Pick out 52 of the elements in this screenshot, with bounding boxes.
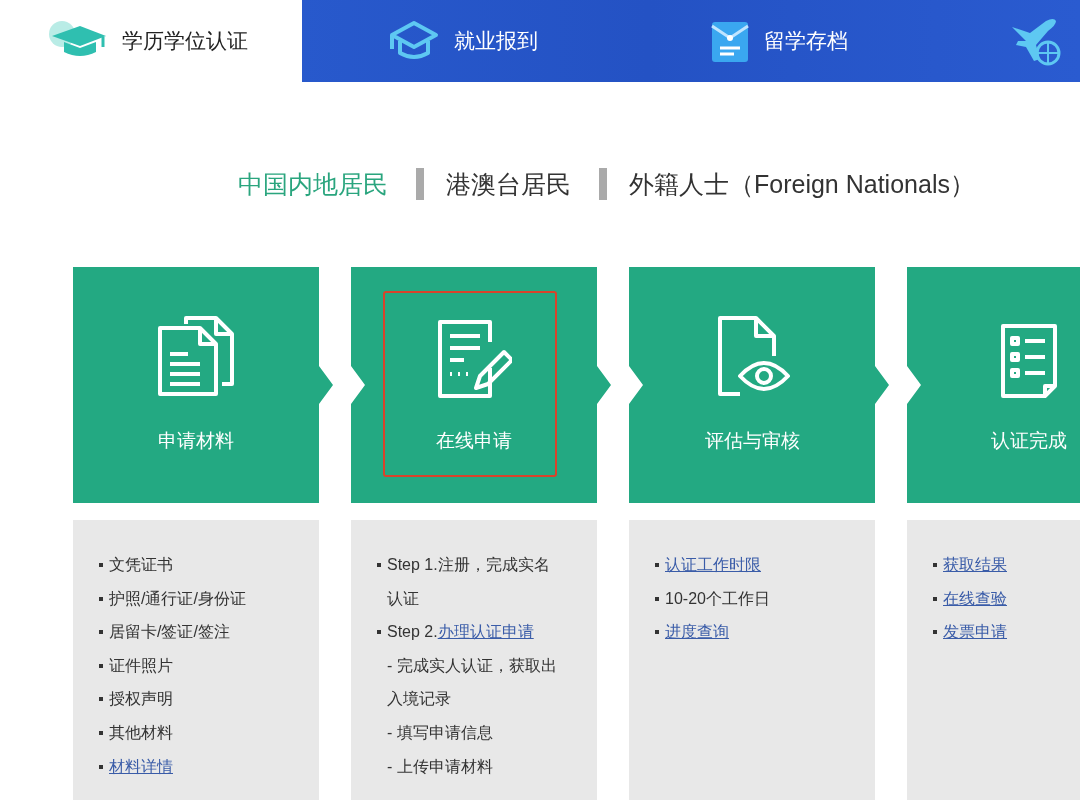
detail-link[interactable]: 认证工作时限	[665, 556, 761, 573]
bullet-icon	[99, 563, 103, 567]
bullet-icon	[377, 630, 381, 635]
bullet-icon	[933, 630, 937, 635]
nav-tab[interactable]: 留学存档	[624, 0, 940, 82]
detail-link[interactable]: 发票申请	[943, 623, 1007, 641]
bullet-icon	[99, 764, 103, 769]
step-title: 评估与审核	[704, 429, 800, 453]
nav-tab[interactable]: 就业报到	[302, 0, 624, 82]
residency-tab[interactable]: 港澳台居民	[446, 167, 571, 201]
detail-link[interactable]: 获取结果	[943, 556, 1007, 573]
step-title: 在线申请	[436, 429, 512, 453]
residency-tab[interactable]: 中国内地居民	[238, 167, 388, 201]
checklist-icon	[999, 322, 1059, 400]
bullet-icon	[99, 730, 103, 735]
separator-bar	[599, 168, 607, 200]
list-text: - 填写申请信息	[387, 723, 493, 741]
nav-tab[interactable]: 学历学位认证	[0, 0, 302, 82]
list-text: - 完成实人认证，获取出入境记录	[387, 656, 557, 708]
list-text: 护照/通行证/身份证	[109, 589, 246, 607]
bullet-icon	[99, 697, 103, 702]
bullet-icon	[377, 563, 381, 567]
list-text: 其他材料	[109, 723, 173, 741]
residency-tab[interactable]: 外籍人士（Foreign Nationals）	[629, 167, 975, 201]
detail-link[interactable]: 办理认证申请	[437, 623, 534, 641]
form-pencil-icon	[436, 318, 512, 400]
list-text: 居留卡/签证/签注	[109, 623, 230, 641]
list-text: 授权声明	[109, 690, 173, 708]
list-text: 证件照片	[109, 656, 173, 674]
separator-bar	[416, 168, 424, 200]
list-text: Step 2.	[387, 623, 438, 641]
step-card[interactable]: 在线申请	[351, 267, 611, 503]
bullet-icon	[933, 563, 937, 567]
step-card[interactable]: 申请材料	[73, 267, 333, 503]
bullet-icon	[99, 596, 103, 601]
step-title: 认证完成	[991, 429, 1067, 453]
list-text: 文凭证书	[109, 556, 173, 573]
bullet-icon	[655, 630, 659, 635]
bullet-icon	[99, 630, 103, 635]
list-text: Step 1.注册，完成实名认证	[387, 556, 550, 607]
bullet-icon	[933, 596, 937, 601]
step-title: 申请材料	[158, 429, 234, 453]
list-text: - 上传申请材料	[387, 757, 493, 775]
list-text: 10-20个工作日	[665, 589, 770, 607]
bullet-icon	[655, 563, 659, 567]
detail-link[interactable]: 材料详情	[109, 757, 173, 775]
detail-link[interactable]: 进度查询	[665, 623, 729, 641]
step-card[interactable]: 评估与审核	[629, 267, 889, 503]
bullet-icon	[655, 596, 659, 601]
bullet-icon	[99, 663, 103, 668]
step-card[interactable]: 认证完成	[907, 267, 1080, 503]
detail-link[interactable]: 在线查验	[943, 589, 1007, 607]
